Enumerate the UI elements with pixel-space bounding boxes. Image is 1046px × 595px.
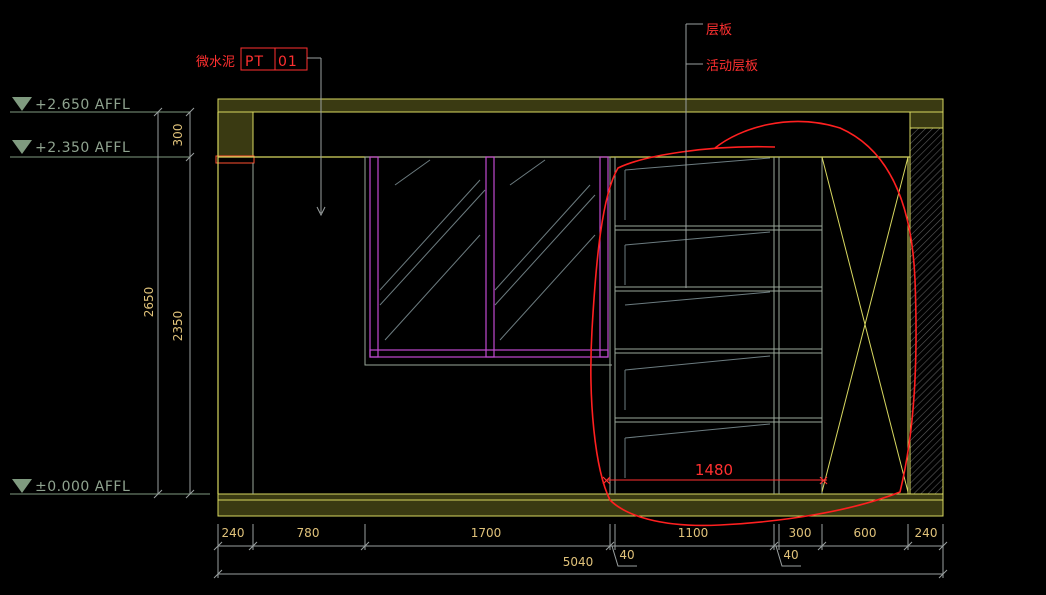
window [364, 156, 612, 366]
left-bulkhead [217, 111, 254, 158]
dim-upper-height: 300 [171, 124, 185, 147]
dim-segment-5: 300 [789, 526, 812, 540]
level-marker-mid: +2.350 AFFL [10, 140, 190, 158]
material-label: 微水泥 [196, 55, 235, 70]
dim-offset-2: 40 [783, 548, 798, 562]
material-code-number: 01 [278, 54, 298, 70]
dim-total-height: 2650 [142, 287, 156, 318]
level-triangle-icon [12, 97, 32, 111]
shelving-unit [609, 157, 823, 494]
glass-reflection-lines [379, 159, 596, 341]
level-label-mid: +2.350 AFFL [35, 140, 130, 156]
dim-segment-1: 240 [222, 526, 245, 540]
movable-shelf-label: 活动层板 [706, 59, 758, 74]
dim-segment-6: 600 [854, 526, 877, 540]
shelf-leader: 层板 活动层板 [685, 23, 758, 288]
right-bulkhead [909, 111, 944, 129]
material-code-prefix: PT [245, 54, 264, 70]
bottom-dimension-chain [213, 524, 948, 579]
ceiling-slab [217, 98, 944, 113]
bottom-dimension-labels: 240 780 1700 1100 300 600 240 40 40 5040 [222, 526, 938, 569]
dim-lower-height: 2350 [171, 311, 185, 342]
dim-total-width: 5040 [563, 555, 594, 569]
vertical-dimensions [153, 107, 195, 499]
dim-segment-7: 240 [915, 526, 938, 540]
floor-slab [217, 493, 944, 517]
dim-segment-4: 1100 [678, 526, 709, 540]
dim-offset-1: 40 [619, 548, 634, 562]
shelf-perspective-lines [624, 157, 771, 478]
level-triangle-icon [12, 479, 32, 493]
level-marker-floor: ±0.000 AFFL [10, 479, 210, 495]
right-wall-hatch [909, 127, 944, 495]
shelf-label: 层板 [706, 23, 732, 38]
cad-elevation-drawing: +2.650 AFFL +2.350 AFFL ±0.000 AFFL 2650… [0, 0, 1046, 595]
door-panel [821, 156, 909, 494]
level-label-top: +2.650 AFFL [35, 97, 130, 113]
level-marker-top: +2.650 AFFL [10, 97, 190, 113]
red-width-mark: 1480 [602, 461, 828, 485]
level-triangle-icon [12, 140, 32, 154]
material-leader: 微水泥 PT 01 [196, 47, 326, 217]
level-label-floor: ±0.000 AFFL [35, 479, 130, 495]
red-width-label: 1480 [695, 461, 733, 479]
red-markup-loop [590, 120, 917, 527]
dim-segment-3: 1700 [471, 526, 502, 540]
dim-segment-2: 780 [297, 526, 320, 540]
